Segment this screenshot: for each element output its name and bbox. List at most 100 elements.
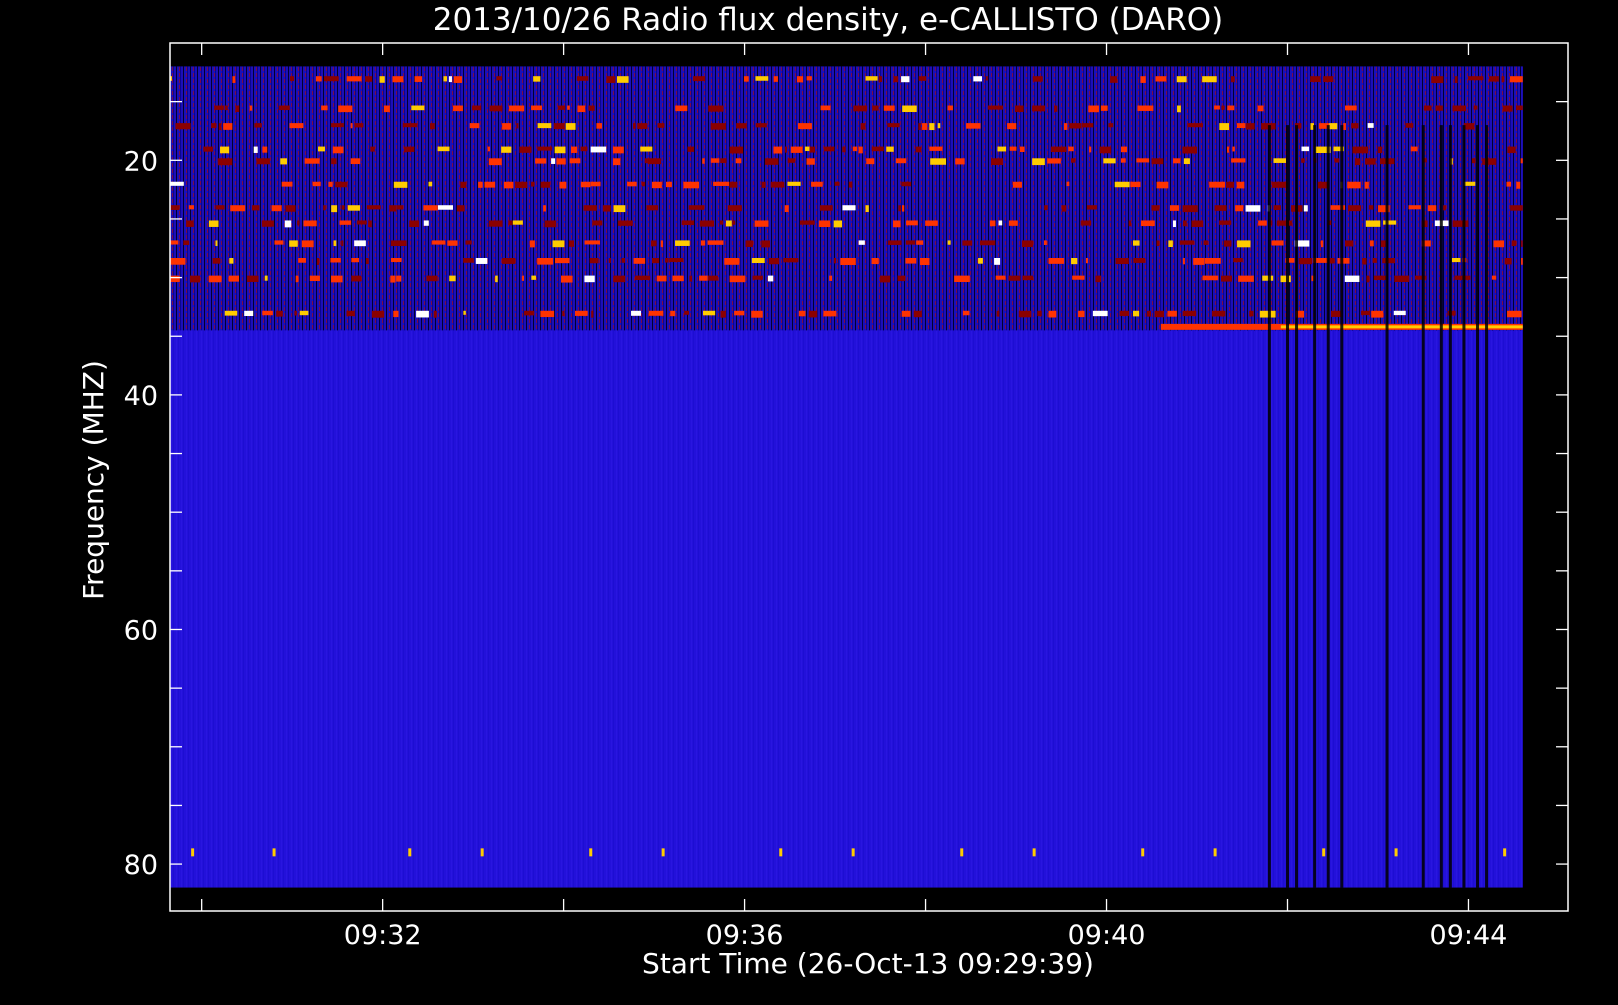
emission-segment <box>1464 181 1476 186</box>
emission-segment <box>351 258 360 263</box>
emission-segment <box>1013 181 1022 188</box>
emission-segment <box>253 146 258 153</box>
emission-segment <box>208 275 222 283</box>
emission-segment <box>1130 181 1141 188</box>
emission-segment <box>1069 123 1082 129</box>
emission-segment <box>1298 258 1313 265</box>
dark-column <box>1439 125 1443 888</box>
interference-mark <box>272 848 276 857</box>
emission-segment <box>170 205 180 210</box>
emission-segment <box>224 105 228 111</box>
emission-segment <box>1361 310 1371 316</box>
emission-segment <box>567 105 570 110</box>
emission-segment <box>574 310 588 316</box>
emission-segment <box>902 205 905 212</box>
emission-segment <box>488 220 503 227</box>
emission-segment <box>858 146 863 154</box>
emission-segment <box>1245 123 1255 130</box>
emission-segment <box>755 123 767 128</box>
emission-segment <box>1182 310 1197 317</box>
emission-segment <box>1467 76 1484 81</box>
emission-segment <box>790 146 803 153</box>
emission-segment <box>1237 240 1251 248</box>
emission-segment <box>515 181 528 189</box>
emission-segment <box>937 123 941 129</box>
emission-segment <box>365 76 373 82</box>
emission-segment <box>1320 240 1324 248</box>
emission-segment <box>650 240 657 247</box>
emission-segment <box>1169 205 1180 211</box>
emission-segment <box>519 146 532 153</box>
emission-segment <box>703 310 716 316</box>
interference-mark <box>408 848 412 857</box>
emission-segment <box>613 205 626 213</box>
dark-column <box>1476 125 1480 888</box>
emission-segment <box>584 275 595 283</box>
emission-segment <box>1221 105 1225 110</box>
emission-segment <box>554 146 566 154</box>
emission-segment <box>1214 205 1227 211</box>
emission-segment <box>693 76 706 82</box>
emission-segment <box>1452 105 1466 112</box>
emission-segment <box>1172 220 1176 228</box>
emission-segment <box>1044 205 1048 211</box>
emission-segment <box>397 205 403 210</box>
emission-segment <box>652 258 660 264</box>
emission-segment <box>170 240 179 245</box>
emission-segment <box>423 205 438 211</box>
emission-segment <box>637 123 648 129</box>
emission-segment <box>1257 105 1264 112</box>
emission-segment <box>1367 123 1374 128</box>
emission-segment <box>323 205 326 211</box>
emission-segment <box>392 76 404 83</box>
emission-segment <box>1510 205 1523 211</box>
emission-segment <box>183 240 190 246</box>
interference-mark <box>779 848 783 857</box>
emission-segment <box>1219 123 1230 131</box>
emission-segment <box>1431 76 1444 84</box>
emission-segment <box>784 146 788 153</box>
emission-segment <box>906 220 918 226</box>
emission-segment <box>973 76 983 82</box>
emission-segment <box>583 205 597 211</box>
emission-segment <box>980 240 996 246</box>
emission-segment <box>913 310 922 318</box>
emission-segment <box>406 146 415 152</box>
dark-column <box>1313 125 1317 888</box>
emission-segment <box>729 181 738 188</box>
emission-segment <box>1507 310 1522 318</box>
emission-segment <box>687 146 695 152</box>
emission-segment <box>915 146 922 153</box>
emission-segment <box>929 146 943 151</box>
emission-segment <box>1137 105 1154 111</box>
emission-segment <box>232 76 236 83</box>
emission-segment <box>463 258 474 263</box>
emission-segment <box>170 275 180 283</box>
emission-segment <box>745 240 754 247</box>
emission-segment <box>1435 105 1443 111</box>
emission-segment <box>1410 146 1418 152</box>
emission-segment <box>262 146 268 153</box>
emission-segment <box>299 310 309 316</box>
emission-segment <box>1183 220 1187 227</box>
emission-segment <box>887 240 902 245</box>
x-tick-label: 09:32 <box>344 920 422 951</box>
emission-segment <box>537 123 552 129</box>
emission-segment <box>773 146 783 154</box>
interference-mark <box>1394 848 1398 857</box>
emission-segment <box>1334 158 1340 163</box>
emission-segment <box>428 181 433 187</box>
emission-segment <box>488 158 502 166</box>
emission-segment <box>621 258 626 263</box>
emission-segment <box>1520 158 1523 164</box>
emission-segment <box>646 205 659 211</box>
emission-segment <box>998 220 1003 226</box>
emission-segment <box>262 310 273 316</box>
emission-segment <box>1235 205 1244 212</box>
emission-segment <box>1085 258 1089 264</box>
emission-segment <box>1071 258 1078 265</box>
emission-segment <box>580 181 591 188</box>
emission-segment <box>1354 158 1361 166</box>
emission-segment <box>865 205 869 213</box>
emission-segment <box>773 76 778 82</box>
